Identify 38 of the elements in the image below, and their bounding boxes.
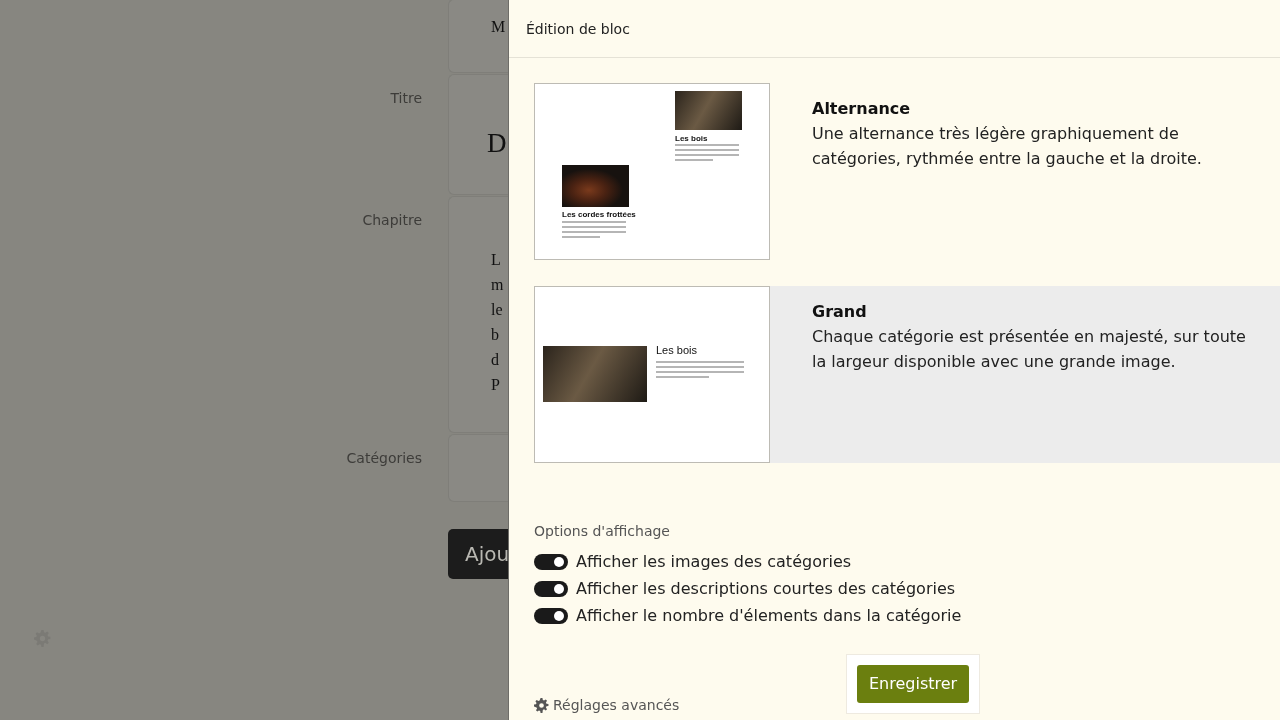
paragraph-line: le	[491, 300, 504, 320]
photo-placeholder	[562, 165, 629, 207]
layout-name: Grand	[812, 301, 868, 323]
option-label: Afficher les images des catégories	[576, 550, 852, 573]
layout-option[interactable]: Alternance Une alternance très légère graphiquement de catégories, rythmée entre la gauche et la droite.	[770, 83, 1280, 260]
photo-placeholder	[675, 91, 742, 130]
toggle-switch[interactable]	[534, 553, 568, 570]
field-label: Chapitre	[362, 212, 422, 228]
paragraph-line: b	[491, 325, 500, 345]
text-lines-drawing	[562, 221, 626, 238]
layout-preview[interactable]: Les bois Les cordes frottées	[534, 83, 770, 260]
layout-option[interactable]: Grand Chaque catégorie est présentée en majesté, sur toute la largeur disponible avec une grande image.	[770, 286, 1280, 463]
section-label: Options d'affichage	[534, 522, 671, 541]
preview-heading: Les bois	[675, 133, 708, 145]
toggle-switch[interactable]	[534, 607, 568, 624]
save-button[interactable]: Enregistrer	[857, 665, 970, 703]
layout-description: Chaque catégorie est présentée en majesté, sur toute la largeur disponible avec une grande image.	[812, 326, 1247, 373]
card-text: M	[491, 17, 507, 37]
preview-heading: Les cordes frottées	[562, 209, 636, 221]
text-lines-drawing	[675, 144, 739, 161]
paragraph-line: L	[491, 250, 502, 270]
layout-preview[interactable]: Les bois	[534, 286, 770, 463]
advanced-settings-link[interactable]: Réglages avancés	[553, 695, 680, 716]
field-label: Titre	[390, 90, 422, 106]
toggle-switch[interactable]	[534, 580, 568, 597]
paragraph-line: P	[491, 375, 501, 395]
add-button[interactable]: Ajou	[448, 529, 508, 579]
option-label: Afficher le nombre d'élements dans la catégorie	[576, 604, 962, 627]
panel-title: Édition de bloc	[526, 21, 630, 37]
layout-description: Une alternance très légère graphiquement de catégories, rythmée entre la gauche et la droite.	[812, 123, 1203, 170]
layout-name: Alternance	[812, 98, 912, 120]
option-label: Afficher les descriptions courtes des catégories	[576, 577, 956, 600]
paragraph-line: m	[491, 275, 505, 295]
paragraph-line: d	[491, 350, 500, 370]
field-label: Catégories	[346, 450, 422, 466]
preview-heading: Les bois	[656, 343, 697, 358]
settings-icon	[534, 698, 549, 713]
title-text: D	[487, 127, 508, 160]
